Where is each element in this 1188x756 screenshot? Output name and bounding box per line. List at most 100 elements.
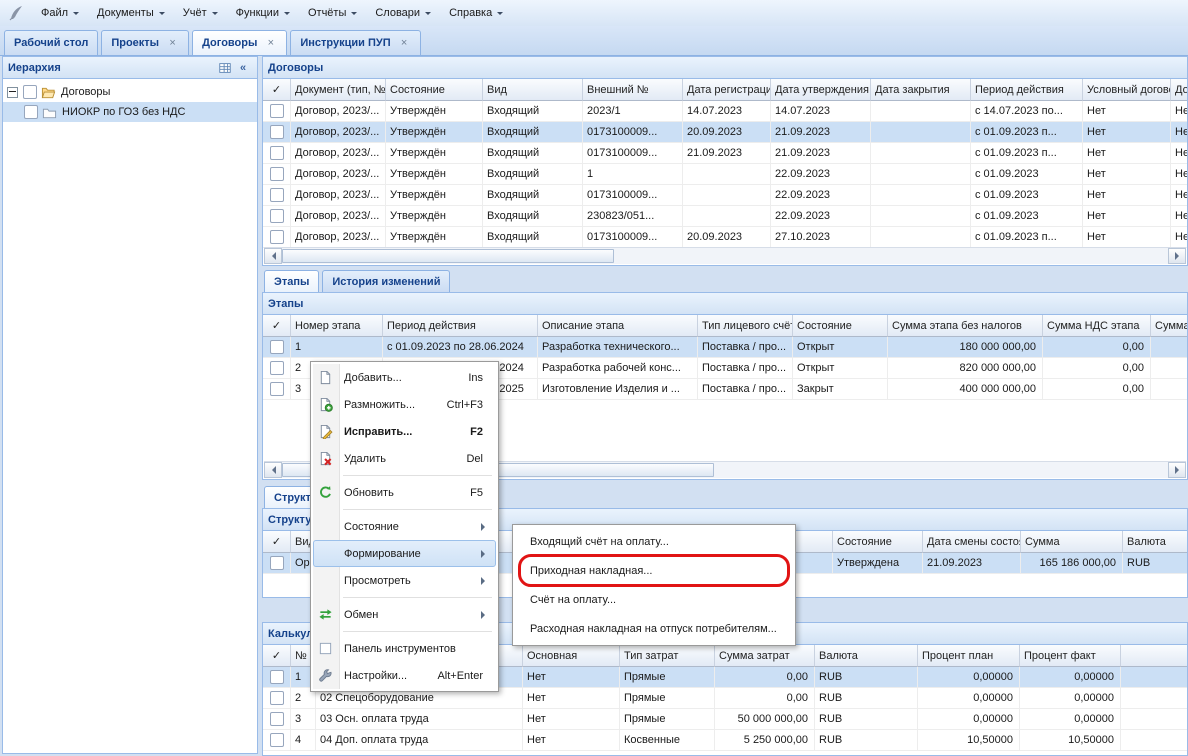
scroll-left-icon[interactable] — [264, 248, 282, 264]
tab[interactable]: История изменений — [322, 270, 450, 292]
collapse-panel-icon[interactable]: « — [234, 60, 252, 76]
row-checkbox[interactable] — [270, 670, 284, 684]
menubar-item[interactable]: Справка — [440, 0, 512, 26]
row-checkbox[interactable] — [270, 382, 284, 396]
table-row[interactable]: Договор, 2023/...УтверждёнВходящий2023/1… — [263, 101, 1187, 122]
menu-item[interactable]: Приходная накладная... — [515, 556, 793, 585]
column-header[interactable]: Основная — [523, 645, 620, 667]
menu-item[interactable]: Расходная накладная на отпуск потребител… — [515, 614, 793, 643]
table-row[interactable]: Договор, 2023/...УтверждёнВходящий230823… — [263, 206, 1187, 227]
menu-item[interactable]: Исправить...F2 — [313, 418, 496, 445]
menubar-item[interactable]: Словари — [366, 0, 440, 26]
table-row[interactable]: 1с 01.09.2023 по 28.06.2024Разработка те… — [263, 337, 1187, 358]
select-all-header[interactable]: ✓ — [263, 645, 291, 667]
column-header[interactable]: Дата смены состоя — [923, 531, 1021, 553]
table-row[interactable]: 303 Осн. оплата трудаНетПрямые50 000 000… — [263, 709, 1187, 730]
column-header[interactable]: Валюта — [815, 645, 918, 667]
table-row[interactable]: 404 Доп. оплата трудаНетКосвенные5 250 0… — [263, 730, 1187, 751]
column-header[interactable]: Период действия — [383, 315, 538, 337]
row-checkbox[interactable] — [270, 733, 284, 747]
menu-item[interactable]: Состояние — [313, 513, 496, 540]
menu-item[interactable]: УдалитьDel — [313, 445, 496, 472]
scrollbar-track[interactable] — [282, 248, 1168, 264]
menu-item[interactable]: Панель инструментов — [313, 635, 496, 662]
scrollbar-thumb[interactable] — [282, 249, 614, 263]
column-header[interactable]: Условный договор — [1083, 79, 1171, 101]
table-row[interactable]: Договор, 2023/...УтверждёнВходящий017310… — [263, 185, 1187, 206]
column-header[interactable]: Дата утверждения — [771, 79, 871, 101]
column-header[interactable]: Сумма этапа без налогов — [888, 315, 1043, 337]
column-header[interactable]: Процент факт — [1020, 645, 1121, 667]
column-header[interactable]: Описание этапа — [538, 315, 698, 337]
menu-item[interactable]: Добавить...Ins — [313, 364, 496, 391]
row-checkbox[interactable] — [270, 340, 284, 354]
select-all-header[interactable]: ✓ — [263, 79, 291, 101]
contracts-horizontal-scrollbar[interactable] — [264, 247, 1186, 264]
row-checkbox[interactable] — [270, 125, 284, 139]
row-checkbox[interactable] — [270, 209, 284, 223]
column-header[interactable]: Дата регистрации — [683, 79, 771, 101]
column-header[interactable]: Процент план — [918, 645, 1020, 667]
menu-item[interactable]: ОбновитьF5 — [313, 479, 496, 506]
column-header[interactable]: Тип затрат — [620, 645, 715, 667]
row-checkbox[interactable] — [270, 167, 284, 181]
menu-item[interactable]: Размножить...Ctrl+F3 — [313, 391, 496, 418]
menu-item[interactable]: Входящий счёт на оплату... — [515, 527, 793, 556]
tab[interactable]: Проекты× — [101, 30, 189, 55]
column-header[interactable]: Сумма — [1021, 531, 1123, 553]
row-checkbox[interactable] — [270, 104, 284, 118]
table-row[interactable]: Договор, 2023/...УтверждёнВходящий017310… — [263, 122, 1187, 143]
column-header[interactable]: Номер этапа — [291, 315, 383, 337]
row-checkbox[interactable] — [270, 146, 284, 160]
table-row[interactable]: Договор, 2023/...УтверждёнВходящий017310… — [263, 227, 1187, 248]
menubar-item[interactable]: Файл — [32, 0, 88, 26]
menubar-item[interactable]: Документы — [88, 0, 174, 26]
tab[interactable]: Рабочий стол — [4, 30, 98, 55]
column-header[interactable]: Период действия — [971, 79, 1083, 101]
tree-node[interactable]: НИОКР по ГОЗ без НДС — [3, 102, 257, 122]
table-row[interactable]: Договор, 2023/...УтверждёнВходящий122.09… — [263, 164, 1187, 185]
column-header[interactable]: Вид — [483, 79, 583, 101]
table-row[interactable]: Договор, 2023/...УтверждёнВходящий017310… — [263, 143, 1187, 164]
tree-expander-icon[interactable] — [7, 87, 18, 98]
scroll-right-icon[interactable] — [1168, 462, 1186, 478]
menu-item[interactable]: Просмотреть — [313, 567, 496, 594]
row-checkbox[interactable] — [270, 556, 284, 570]
tab-close-icon[interactable]: × — [398, 37, 411, 50]
menubar-item[interactable]: Функции — [227, 0, 299, 26]
row-checkbox[interactable] — [270, 712, 284, 726]
column-header[interactable]: Валюта — [1123, 531, 1187, 553]
column-header[interactable]: Сумма э — [1151, 315, 1187, 337]
row-checkbox[interactable] — [270, 361, 284, 375]
menu-item[interactable]: Формирование — [313, 540, 496, 567]
select-all-header[interactable]: ✓ — [263, 315, 291, 337]
tree-checkbox[interactable] — [23, 85, 37, 99]
column-header[interactable]: Тип лицевого счёт — [698, 315, 793, 337]
column-header[interactable]: Документ (тип, № — [291, 79, 386, 101]
scroll-left-icon[interactable] — [264, 462, 282, 478]
column-header[interactable]: Дата закрытия — [871, 79, 971, 101]
column-header[interactable]: До — [1171, 79, 1187, 101]
column-header[interactable] — [1121, 645, 1187, 667]
menubar-item[interactable]: Отчёты — [299, 0, 366, 26]
grid-view-icon[interactable] — [216, 60, 234, 76]
column-header[interactable]: Сумма НДС этапа — [1043, 315, 1151, 337]
tree-node[interactable]: Договоры — [3, 82, 257, 102]
tab[interactable]: Этапы — [264, 270, 319, 292]
scroll-right-icon[interactable] — [1168, 248, 1186, 264]
menubar-item[interactable]: Учёт — [174, 0, 227, 26]
row-checkbox[interactable] — [270, 691, 284, 705]
tab[interactable]: Договоры× — [192, 30, 287, 55]
tree-checkbox[interactable] — [24, 105, 38, 119]
column-header[interactable]: Состояние — [833, 531, 923, 553]
column-header[interactable]: Внешний № — [583, 79, 683, 101]
column-header[interactable]: Состояние — [386, 79, 483, 101]
select-all-header[interactable]: ✓ — [263, 531, 291, 553]
menu-item[interactable]: Обмен — [313, 601, 496, 628]
row-checkbox[interactable] — [270, 188, 284, 202]
row-checkbox[interactable] — [270, 230, 284, 244]
column-header[interactable]: Состояние — [793, 315, 888, 337]
tab-close-icon[interactable]: × — [166, 37, 179, 50]
tab-close-icon[interactable]: × — [264, 37, 277, 50]
tab[interactable]: Инструкции ПУП× — [290, 30, 420, 55]
